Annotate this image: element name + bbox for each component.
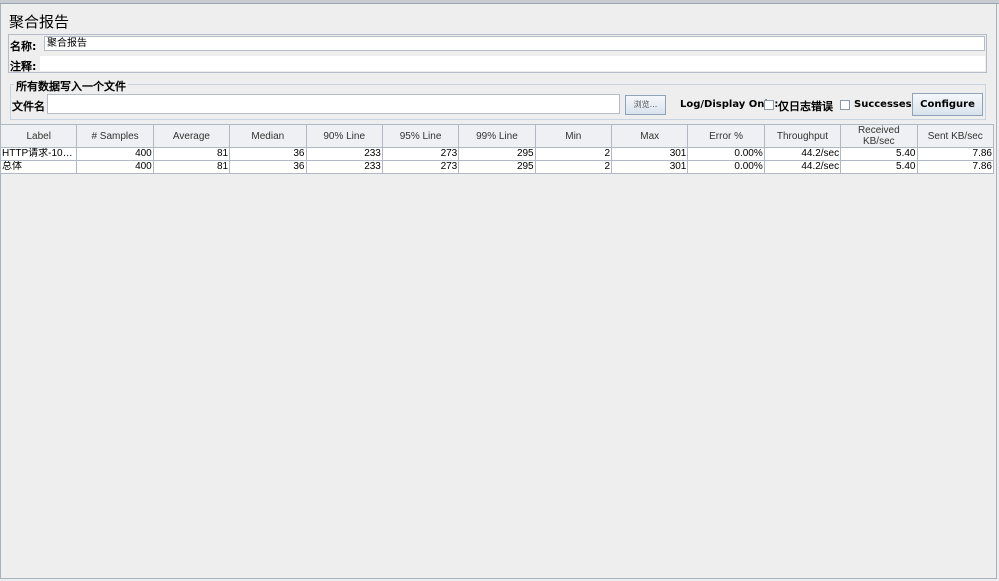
table-cell: 301 (610, 160, 689, 174)
browse-button[interactable]: 浏览... (625, 95, 666, 115)
table-cell: 7.86 (916, 147, 994, 161)
table-cell: 44.2/sec (763, 160, 842, 174)
table-cell: 400 (76, 160, 154, 174)
table-cell: 301 (610, 147, 689, 161)
table-cell: 233 (305, 147, 383, 161)
successes-label: Successes (854, 99, 912, 110)
column-header[interactable]: Label (0, 124, 78, 148)
name-input[interactable]: 聚合报告 (44, 36, 985, 51)
errors-only-label: 仅日志错误 (778, 100, 833, 113)
table-cell: 0.00% (687, 147, 765, 161)
filename-label: 文件名 (12, 100, 45, 113)
table-cell: 5.40 (840, 160, 918, 174)
file-group-title: 所有数据写入一个文件 (14, 78, 128, 94)
column-header[interactable]: Sent KB/sec (916, 124, 994, 148)
table-cell: 2 (534, 160, 613, 174)
column-header[interactable]: 90% Line (305, 124, 383, 148)
column-header[interactable]: Average (152, 124, 231, 148)
table-cell: 400 (76, 147, 154, 161)
configure-button[interactable]: Configure (912, 93, 983, 116)
table-cell: 273 (381, 147, 460, 161)
page-title: 聚合报告 (9, 13, 70, 31)
table-header: Label # Samples Average Median 90% Line 95% L… (0, 124, 994, 148)
table-cell: 7.86 (916, 160, 994, 174)
column-header[interactable]: 99% Line (458, 124, 536, 148)
table-cell: 2 (534, 147, 613, 161)
table-cell: 44.2/sec (763, 147, 842, 161)
successes-checkbox[interactable] (840, 100, 850, 110)
table-cell: 81 (152, 147, 231, 161)
column-header[interactable]: 95% Line (381, 124, 460, 148)
table-cell: HTTP请求-100... (0, 147, 78, 161)
table-cell: 295 (458, 147, 536, 161)
column-header[interactable]: Throughput (763, 124, 842, 148)
comment-label: 注释: (10, 60, 37, 73)
column-header[interactable]: Error % (687, 124, 765, 148)
table-cell: 总体 (0, 160, 78, 174)
aggregate-table: Label # Samples Average Median 90% Line 95% L… (0, 124, 994, 174)
table-row[interactable]: HTTP请求-100... 400 81 36 233 273 295 2 301 0.00% 44… (0, 147, 994, 161)
table-cell: 5.40 (840, 147, 918, 161)
table-cell: 36 (229, 160, 307, 174)
table-cell: 295 (458, 160, 536, 174)
table-row[interactable]: 总体 400 81 36 233 273 295 2 301 0.00% 44.2/sec 5.40 7… (0, 160, 994, 174)
column-header[interactable]: Median (229, 124, 307, 148)
table-cell: 81 (152, 160, 231, 174)
table-cell: 233 (305, 160, 383, 174)
table-cell: 273 (381, 160, 460, 174)
column-header[interactable]: Max (610, 124, 689, 148)
comment-input[interactable] (40, 56, 985, 71)
errors-only-checkbox[interactable] (764, 100, 774, 110)
column-header[interactable]: # Samples (76, 124, 154, 148)
table-cell: 0.00% (687, 160, 765, 174)
filename-input[interactable] (47, 94, 620, 114)
table-cell: 36 (229, 147, 307, 161)
name-label: 名称: (10, 40, 37, 53)
column-header[interactable]: Min (534, 124, 613, 148)
column-header[interactable]: Received KB/sec (840, 124, 918, 148)
